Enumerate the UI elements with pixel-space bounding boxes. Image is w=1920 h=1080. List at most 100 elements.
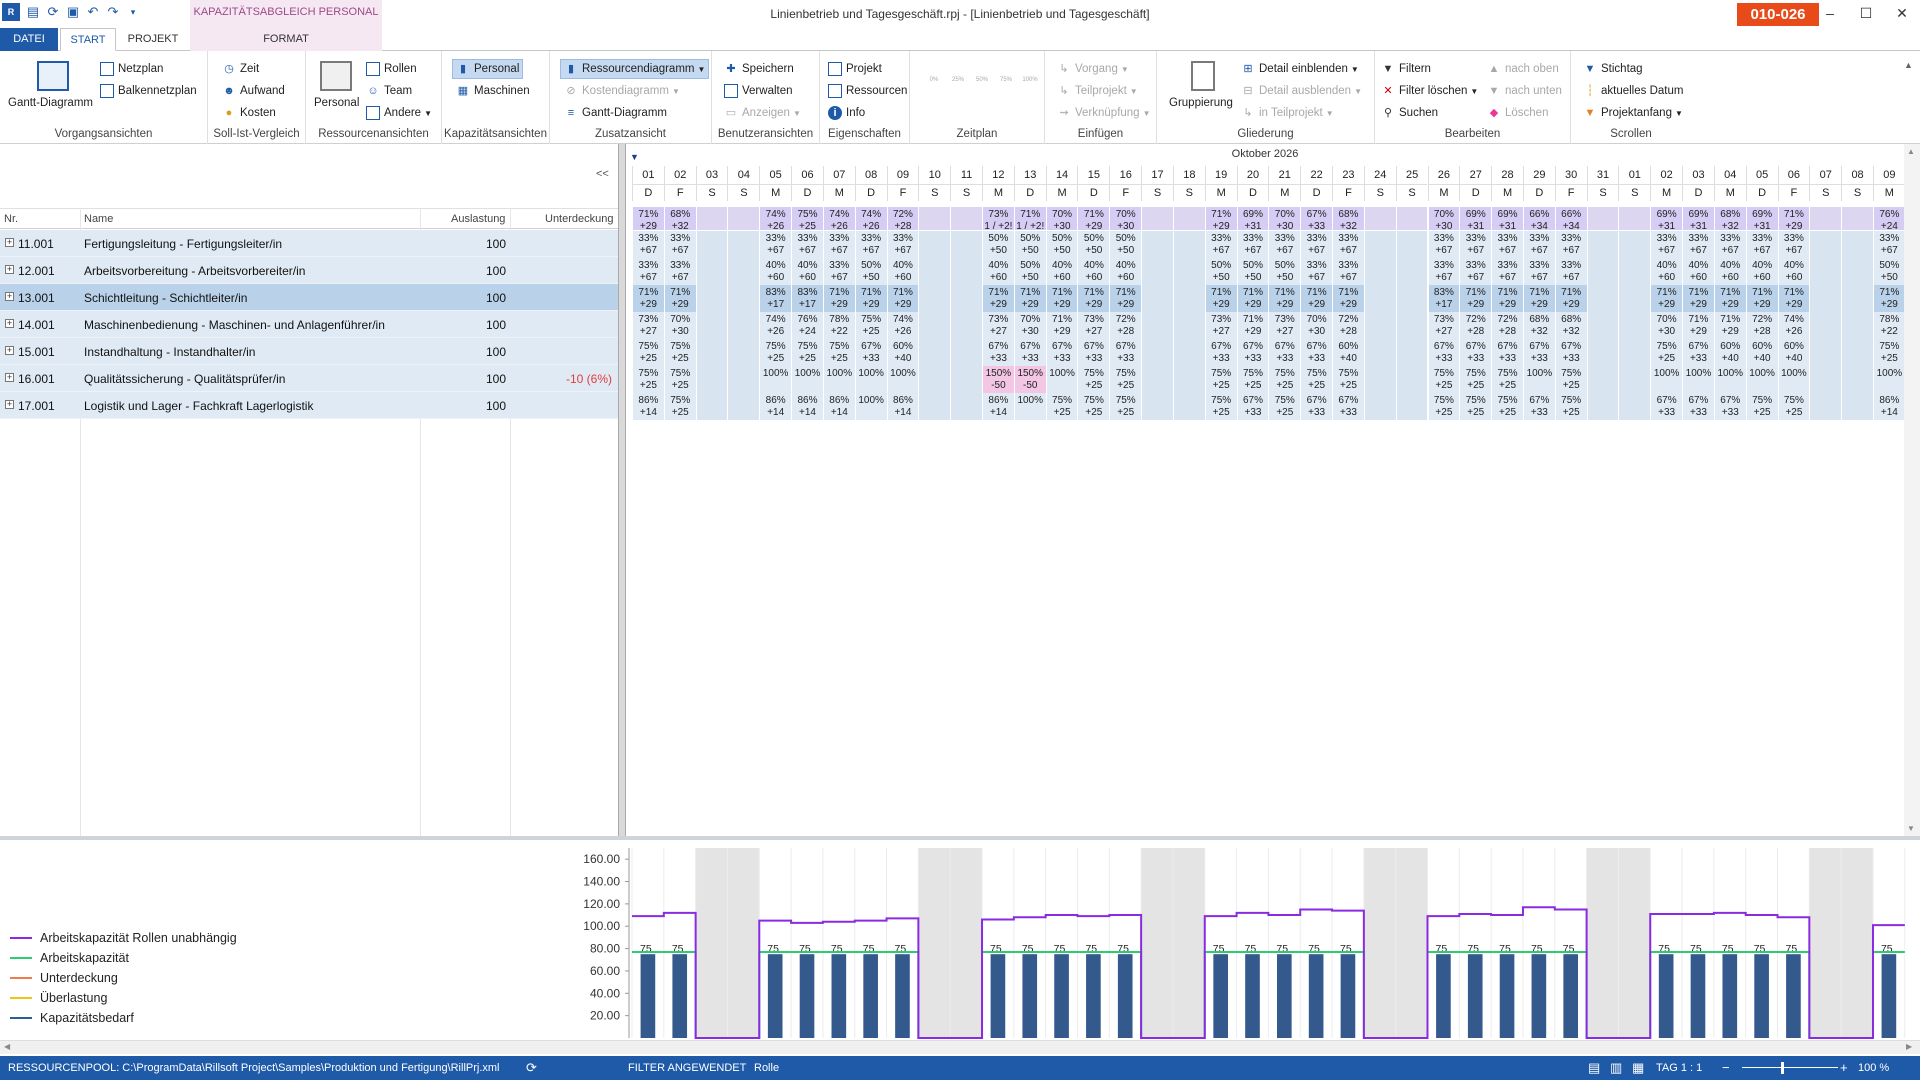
capacity-cell[interactable]: 67% +33: [1522, 393, 1555, 420]
capacity-cell[interactable]: 67% +33: [1045, 339, 1078, 366]
capacity-cell[interactable]: [1809, 393, 1842, 420]
capacity-cell[interactable]: 67% +33: [854, 339, 887, 366]
capacity-cell[interactable]: [1363, 366, 1396, 393]
capacity-cell[interactable]: 60% +40: [1745, 339, 1778, 366]
capacity-cell[interactable]: 75% +25: [1300, 366, 1333, 393]
capacity-cell[interactable]: 33% +67: [1204, 231, 1237, 258]
capacity-cell[interactable]: 50% +50: [854, 258, 887, 285]
detail-ausblenden-button[interactable]: ⊟ Detail ausblenden ▼: [1241, 81, 1362, 101]
capacity-cell[interactable]: 71% +29: [982, 285, 1014, 312]
expand-icon[interactable]: +: [5, 319, 14, 328]
capacity-cell[interactable]: 73% +27: [982, 312, 1014, 339]
progress-75-button[interactable]: 75%: [996, 57, 1016, 83]
capacity-cell[interactable]: 50% +50: [1236, 258, 1269, 285]
capacity-cell[interactable]: 86% +14: [632, 393, 664, 420]
capacity-cell[interactable]: 67% +33: [1491, 339, 1523, 366]
capacity-cell[interactable]: 71% +29: [854, 285, 887, 312]
capacity-cell[interactable]: 33% +67: [1427, 231, 1460, 258]
team-button[interactable]: ☺ Team: [366, 81, 412, 101]
capacity-cell[interactable]: 75% +25: [1777, 393, 1810, 420]
capacity-cell[interactable]: 70% +30: [1650, 312, 1683, 339]
capacity-cell[interactable]: 72% +28: [1109, 312, 1142, 339]
capacity-cell[interactable]: [1841, 258, 1873, 285]
capacity-cell[interactable]: [695, 339, 728, 366]
capacity-cell[interactable]: 33% +67: [1554, 258, 1587, 285]
total-cell[interactable]: 69% +31: [1491, 207, 1523, 232]
capacity-cell[interactable]: [695, 258, 728, 285]
capacity-cell[interactable]: 73% +27: [1268, 312, 1301, 339]
capacity-cell[interactable]: 50% +50: [1045, 231, 1078, 258]
capacity-cell[interactable]: 73% +27: [1204, 312, 1237, 339]
capacity-cell[interactable]: 67% +33: [1109, 339, 1142, 366]
capacity-cell[interactable]: 75% +25: [1109, 393, 1142, 420]
capacity-cell[interactable]: 33% +67: [1236, 231, 1269, 258]
capacity-cell[interactable]: 83% +17: [1427, 285, 1460, 312]
capacity-cell[interactable]: [1586, 339, 1619, 366]
capacity-cell[interactable]: 40% +60: [982, 258, 1014, 285]
scroll-down-icon[interactable]: ▼: [1907, 824, 1915, 833]
scroll-left-icon[interactable]: ◀: [4, 1042, 10, 1051]
capacity-cell[interactable]: [1172, 393, 1205, 420]
expand-icon[interactable]: +: [5, 238, 14, 247]
capacity-cell[interactable]: 67% +33: [1332, 393, 1364, 420]
table-row[interactable]: +15.001 Instandhaltung - Instandhalter/in…: [0, 338, 618, 365]
total-cell[interactable]: 71% +29: [1204, 207, 1237, 232]
capacity-cell[interactable]: 75% +25: [1427, 366, 1460, 393]
capacity-cell[interactable]: [1172, 312, 1205, 339]
capacity-cell[interactable]: 40% +60: [1109, 258, 1142, 285]
speichern-button[interactable]: ✚ Speichern: [724, 59, 793, 79]
capacity-cell[interactable]: [918, 366, 951, 393]
capacity-cell[interactable]: 71% +29: [1300, 285, 1333, 312]
zoom-slider-thumb[interactable]: [1781, 1062, 1784, 1074]
zoom-slider[interactable]: [1742, 1067, 1838, 1068]
capacity-cell[interactable]: 75% +25: [1268, 393, 1301, 420]
capacity-cell[interactable]: 40% +60: [1650, 258, 1683, 285]
capacity-cell[interactable]: [727, 312, 760, 339]
capacity-cell[interactable]: 86% +14: [791, 393, 823, 420]
capacity-cell[interactable]: 150% -50: [982, 366, 1014, 393]
capacity-cell[interactable]: 71% +29: [1204, 285, 1237, 312]
capacity-cell[interactable]: 68% +32: [1522, 312, 1555, 339]
total-cell[interactable]: [1141, 207, 1173, 230]
capacity-cell[interactable]: 33% +67: [1459, 258, 1492, 285]
filter-loeschen-button[interactable]: ✕ Filter löschen ▼: [1381, 81, 1478, 101]
table-row[interactable]: +12.001 Arbeitsvorbereitung - Arbeitsvorb…: [0, 257, 618, 284]
total-cell[interactable]: 66% +34: [1522, 207, 1555, 232]
capacity-cell[interactable]: 71% +29: [632, 285, 664, 312]
collapse-table-button[interactable]: <<: [596, 168, 609, 180]
capacity-cell[interactable]: [695, 366, 728, 393]
total-cell[interactable]: [1363, 207, 1396, 230]
in-teilprojekt-button[interactable]: ↳ in Teilprojekt ▼: [1241, 103, 1333, 123]
capacity-cell[interactable]: 71% +29: [1332, 285, 1364, 312]
capacity-cell[interactable]: 75% +25: [1554, 393, 1587, 420]
capacity-cell[interactable]: 33% +67: [632, 258, 664, 285]
capacity-cell[interactable]: [1141, 285, 1173, 312]
nach-oben-button[interactable]: ▲ nach oben: [1487, 59, 1559, 79]
scroll-right-icon[interactable]: ▶: [1906, 1042, 1912, 1051]
capacity-cell[interactable]: 33% +67: [1650, 231, 1683, 258]
capacity-cell[interactable]: 74% +26: [886, 312, 919, 339]
capacity-cell[interactable]: 50% +50: [1013, 258, 1046, 285]
capacity-cell[interactable]: [1363, 339, 1396, 366]
tab-format[interactable]: FORMAT: [190, 28, 382, 51]
capacity-cell[interactable]: 67% +33: [1713, 393, 1746, 420]
capacity-cell[interactable]: 71% +29: [1554, 285, 1587, 312]
vertical-scrollbar[interactable]: ▲ ▼: [1904, 144, 1920, 836]
capacity-cell[interactable]: 75% +25: [632, 366, 664, 393]
capacity-cell[interactable]: 67% +33: [1522, 339, 1555, 366]
progress-0-button[interactable]: 0%: [924, 57, 944, 83]
total-cell[interactable]: 68% +32: [663, 207, 696, 232]
capacity-cell[interactable]: 76% +24: [791, 312, 823, 339]
capacity-cell[interactable]: 75% +25: [1872, 339, 1904, 366]
capacity-cell[interactable]: 78% +22: [1872, 312, 1904, 339]
capacity-cell[interactable]: [1586, 312, 1619, 339]
capacity-cell[interactable]: [1363, 393, 1396, 420]
total-cell[interactable]: 68% +32: [1713, 207, 1746, 232]
capacity-cell[interactable]: [695, 231, 728, 258]
vorgang-button[interactable]: ↳ Vorgang ▼: [1057, 59, 1128, 79]
capacity-cell[interactable]: [1586, 366, 1619, 393]
capacity-cell[interactable]: [695, 393, 728, 420]
capacity-cell[interactable]: 100%: [1777, 366, 1810, 393]
capacity-cell[interactable]: [1172, 258, 1205, 285]
capacity-cell[interactable]: 100%: [854, 366, 887, 393]
